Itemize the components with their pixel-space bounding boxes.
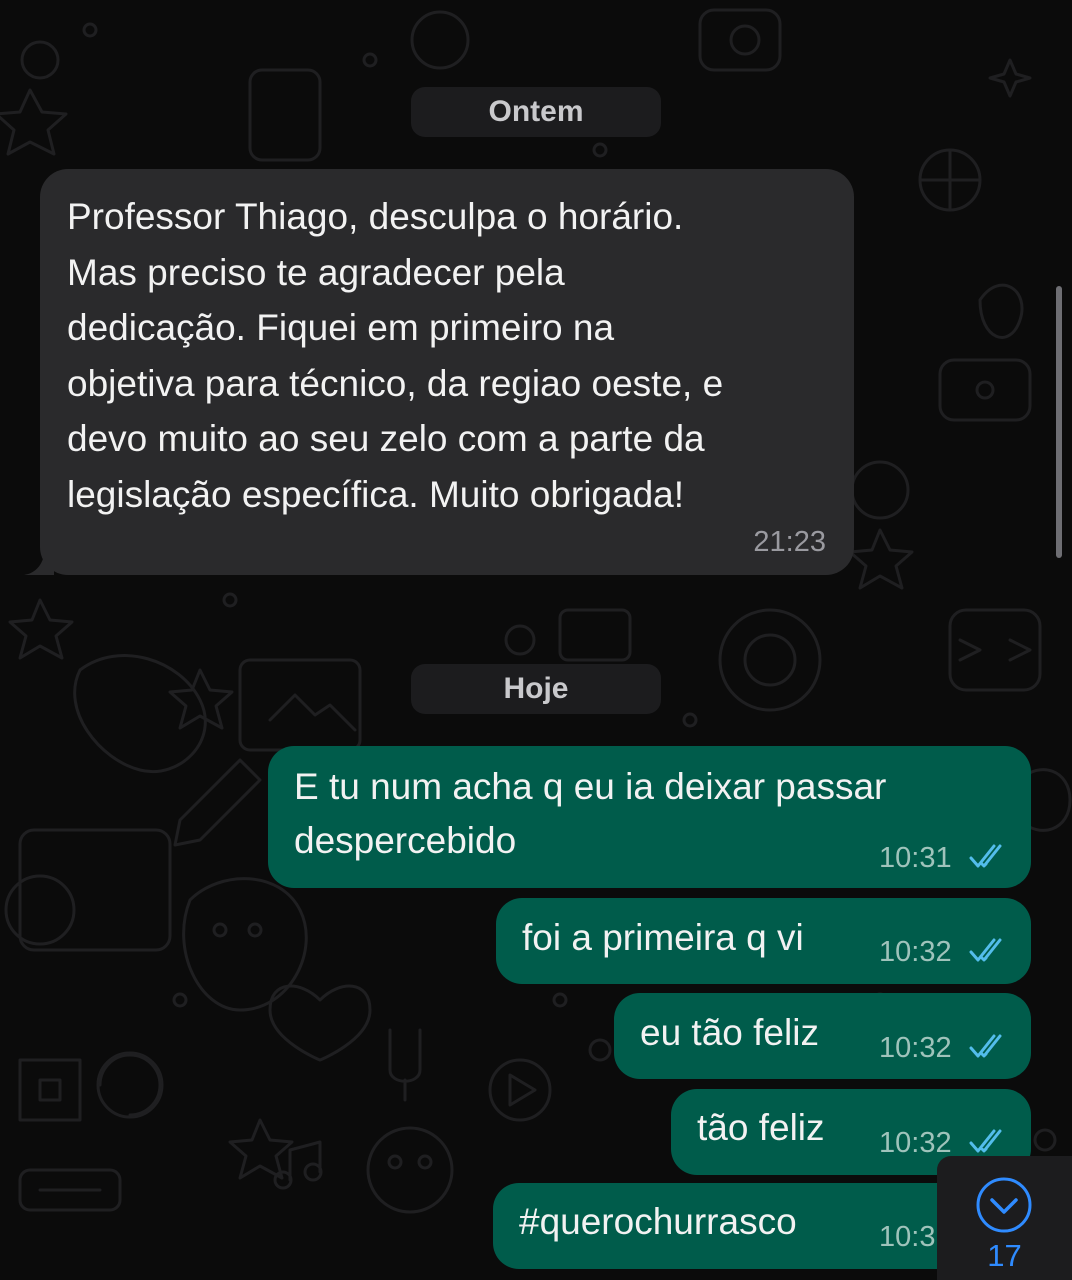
message-line: #querochurrasco <box>519 1201 797 1242</box>
double-check-icon <box>969 1034 1002 1058</box>
scrollbar-thumb[interactable] <box>1056 286 1062 558</box>
bubble-tail <box>24 545 54 575</box>
message-line: tão feliz <box>697 1107 825 1148</box>
message-timestamp: 10:32 <box>879 936 952 968</box>
message-timestamp: 21:23 <box>753 526 826 558</box>
message-timestamp: 10:32 <box>879 1127 952 1159</box>
scroll-to-bottom-button[interactable]: 17 <box>937 1156 1072 1280</box>
message-line: E tu num acha q eu ia deixar passar <box>294 766 887 807</box>
day-separator-yesterday: Ontem <box>411 87 661 137</box>
unread-count-badge: 17 <box>987 1238 1022 1273</box>
message-line: eu tão feliz <box>640 1012 819 1053</box>
outgoing-message-bubble[interactable]: foi a primeira q vi 10:32 <box>496 898 1031 984</box>
message-line: despercebido <box>294 820 517 861</box>
message-timestamp: 10:32 <box>879 1032 952 1064</box>
message-line: Professor Thiago, desculpa o horário. <box>67 196 684 237</box>
double-check-icon <box>969 844 1002 868</box>
day-separator-today: Hoje <box>411 664 661 714</box>
outgoing-message-bubble[interactable]: E tu num acha q eu ia deixar passar desp… <box>268 746 1031 888</box>
double-check-icon <box>969 1129 1002 1153</box>
message-line: devo muito ao seu zelo com a parte da <box>67 418 705 459</box>
double-check-icon <box>969 938 1002 962</box>
message-line: dedicação. Fiquei em primeiro na <box>67 307 615 348</box>
incoming-message-text: Professor Thiago, desculpa o horário. Ma… <box>67 189 824 522</box>
message-line: foi a primeira q vi <box>522 917 804 958</box>
message-line: Mas preciso te agradecer pela <box>67 251 565 293</box>
incoming-message-bubble[interactable]: Professor Thiago, desculpa o horário. Ma… <box>24 169 854 575</box>
day-separator-label: Hoje <box>503 672 569 705</box>
outgoing-message-bubble[interactable]: eu tão feliz 10:32 <box>614 993 1031 1079</box>
day-separator-label: Ontem <box>488 95 584 128</box>
message-timestamp: 10:3 <box>879 1221 936 1253</box>
chevron-down-icon <box>976 1177 1032 1233</box>
message-line: objetiva para técnico, da regiao oeste, … <box>67 362 724 404</box>
message-line: legislação específica. Muito obrigada! <box>67 473 685 515</box>
message-timestamp: 10:31 <box>879 842 952 874</box>
